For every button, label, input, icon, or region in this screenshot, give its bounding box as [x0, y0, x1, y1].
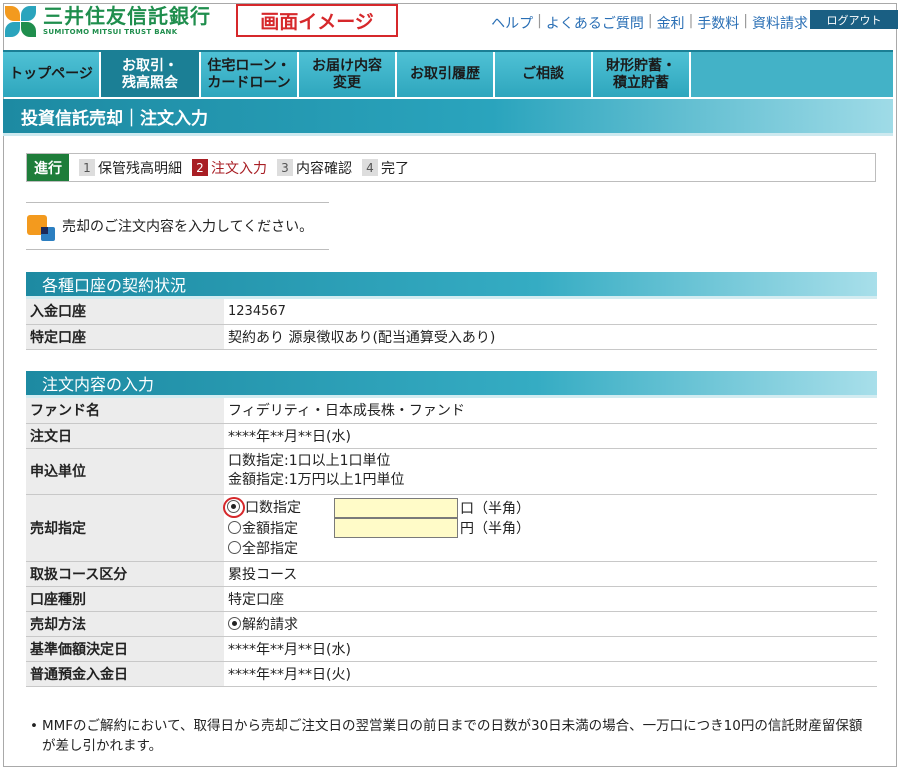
- order-section-header: 注文内容の入力: [26, 371, 877, 398]
- logo-mark-icon: [5, 6, 37, 38]
- table-row: 売却指定 口数指定 口（半角） 金額指定 円（半角） 全部指定: [26, 494, 877, 562]
- sell-spec-value: 口数指定 口（半角） 金額指定 円（半角） 全部指定: [223, 494, 877, 562]
- help-link[interactable]: ヘルプ: [491, 13, 533, 33]
- fund-name-label: ファンド名: [26, 398, 224, 424]
- nav-tab-loans[interactable]: 住宅ローン・ カードローン: [201, 52, 299, 97]
- screen-image-badge: 画面イメージ: [236, 4, 398, 37]
- table-row: 取扱コース区分 累投コース: [26, 561, 877, 587]
- instruction-text: 売却のご注文内容を入力してください。: [62, 219, 314, 235]
- info-squares-icon: [26, 209, 58, 243]
- sell-method-value: 解約請求: [224, 611, 877, 637]
- radio-amount[interactable]: [228, 520, 241, 534]
- deposit-date-label: 普通預金入金日: [26, 661, 224, 687]
- account-type-value: 特定口座: [224, 586, 877, 612]
- nav-tab-history[interactable]: お取引履歴: [397, 52, 495, 97]
- order-date-label: 注文日: [26, 423, 224, 449]
- step-1: 1 保管残高明細: [79, 158, 182, 178]
- table-row: 売却方法 解約請求: [26, 611, 877, 637]
- sell-option-amount-row: 金額指定 円（半角）: [228, 517, 873, 538]
- table-row: 普通預金入金日 ****年**月**日(火): [26, 661, 877, 687]
- progress-label: 進行: [27, 154, 69, 181]
- nav-tab-savings[interactable]: 財形貯蓄・ 積立貯蓄: [593, 52, 691, 97]
- unit-line-amount: 金額指定:1万円以上1円単位: [228, 472, 405, 488]
- deposit-date-value: ****年**月**日(火): [224, 661, 877, 687]
- unit-value: 口数指定:1口以上1口単位 金額指定:1万円以上1円単位: [224, 448, 877, 495]
- table-row: 入金口座 1234567: [26, 299, 877, 325]
- sell-option-all-row: 全部指定: [228, 538, 873, 558]
- title-underline: [3, 133, 893, 136]
- sell-method-label: 売却方法: [26, 611, 224, 637]
- selection-highlight-ring: [223, 497, 245, 518]
- unit-line-units: 口数指定:1口以上1口単位: [228, 453, 391, 469]
- radio-all-label: 全部指定: [242, 540, 298, 557]
- account-type-label: 口座種別: [26, 586, 224, 612]
- table-row: 申込単位 口数指定:1口以上1口単位 金額指定:1万円以上1円単位: [26, 448, 877, 495]
- order-date-value: ****年**月**日(水): [224, 423, 877, 449]
- unit-label: 申込単位: [26, 448, 224, 495]
- radio-amount-label: 金額指定: [242, 520, 298, 537]
- table-row: 口座種別 特定口座: [26, 586, 877, 612]
- accounts-table: 入金口座 1234567 特定口座 契約あり 源泉徴収あり(配当通算受入あり): [26, 299, 877, 350]
- amount-input[interactable]: [334, 517, 458, 538]
- course-label: 取扱コース区分: [26, 561, 224, 587]
- base-date-value: ****年**月**日(水): [224, 636, 877, 662]
- radio-units[interactable]: [227, 500, 240, 513]
- mmf-note-text: MMFのご解約において、取得日から売却ご注文日の翌営業日の前日までの日数が30日…: [42, 718, 863, 754]
- instruction-box: 売却のご注文内容を入力してください。: [26, 202, 329, 250]
- table-row: 基準価額決定日 ****年**月**日(水): [26, 636, 877, 662]
- logo-name-en: SUMITOMO MITSUI TRUST BANK: [43, 28, 178, 36]
- radio-units-label: 口数指定: [245, 500, 301, 516]
- deposit-account-value: 1234567: [224, 299, 877, 325]
- nav-tab-transactions[interactable]: お取引・ 残高照会: [101, 52, 201, 97]
- step-3: 3 内容確認: [277, 158, 352, 178]
- interest-rate-link[interactable]: 金利: [657, 13, 685, 33]
- utility-links: ヘルプ | よくあるご質問 | 金利 | 手数料 | 資料請求: [491, 13, 808, 33]
- sell-option-units-row: 口数指定 口（半角）: [223, 497, 873, 518]
- sell-spec-label: 売却指定: [26, 494, 224, 562]
- table-row: ファンド名 フィデリティ・日本成長株・ファンド: [26, 398, 877, 424]
- mmf-note: • MMFのご解約において、取得日から売却ご注文日の翌営業日の前日までの日数が3…: [30, 716, 870, 756]
- logo-name-jp: 三井住友信託銀行: [43, 4, 211, 28]
- fees-link[interactable]: 手数料: [697, 13, 739, 33]
- nav-tab-top[interactable]: トップページ: [3, 52, 101, 97]
- nav-tab-consultation[interactable]: ご相談: [495, 52, 593, 97]
- specific-account-value: 契約あり 源泉徴収あり(配当通算受入あり): [224, 324, 877, 350]
- course-value: 累投コース: [224, 561, 877, 587]
- amount-suffix: 円（半角）: [460, 520, 530, 537]
- base-date-label: 基準価額決定日: [26, 636, 224, 662]
- sell-method-text: 解約請求: [242, 616, 298, 633]
- units-input[interactable]: [334, 497, 458, 518]
- specific-account-label: 特定口座: [26, 324, 224, 350]
- bank-logo[interactable]: 三井住友信託銀行 SUMITOMO MITSUI TRUST BANK: [5, 6, 211, 40]
- step-2-current: 2 注文入力: [192, 158, 267, 178]
- nav-tab-registration-change[interactable]: お届け内容 変更: [299, 52, 397, 97]
- logout-button[interactable]: ログアウト: [810, 10, 898, 29]
- main-nav: トップページ お取引・ 残高照会 住宅ローン・ カードローン お届け内容 変更 お取引…: [3, 50, 893, 97]
- radio-method-redemption[interactable]: [228, 616, 241, 630]
- bullet-icon: •: [30, 718, 38, 734]
- table-row: 特定口座 契約あり 源泉徴収あり(配当通算受入あり): [26, 324, 877, 350]
- fund-name-value: フィデリティ・日本成長株・ファンド: [224, 398, 877, 424]
- table-row: 注文日 ****年**月**日(水): [26, 423, 877, 449]
- radio-all[interactable]: [228, 541, 241, 554]
- deposit-account-label: 入金口座: [26, 299, 224, 325]
- progress-steps: 進行 1 保管残高明細 2 注文入力 3 内容確認 4 完了: [26, 153, 876, 182]
- page-title: 投資信託売却｜注文入力: [3, 99, 893, 133]
- faq-link[interactable]: よくあるご質問: [546, 13, 644, 33]
- request-docs-link[interactable]: 資料請求: [752, 13, 808, 33]
- step-4: 4 完了: [362, 158, 409, 178]
- accounts-section-header: 各種口座の契約状況: [26, 272, 877, 299]
- order-table: ファンド名 フィデリティ・日本成長株・ファンド 注文日 ****年**月**日(…: [26, 398, 877, 687]
- units-suffix: 口（半角）: [460, 500, 530, 517]
